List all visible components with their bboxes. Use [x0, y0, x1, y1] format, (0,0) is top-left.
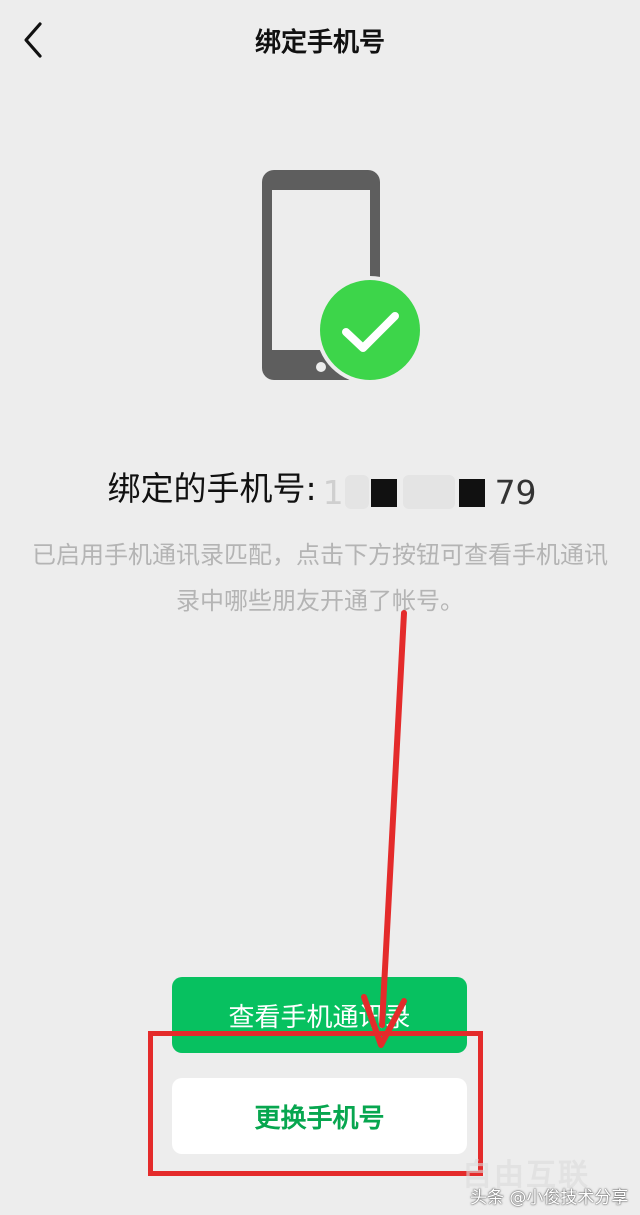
annotation-arrow-icon	[361, 610, 407, 1048]
phone-first-digit: 1	[322, 472, 344, 512]
source-watermark: 头条 @小俊技术分享	[470, 1188, 629, 1208]
annotation-highlight-box	[148, 1031, 483, 1176]
contacts-match-description: 已启用手机通讯录匹配，点击下方按钮可查看手机通讯录中哪些朋友开通了帐号。	[32, 541, 608, 615]
redaction-blur	[344, 474, 369, 509]
top-bar: 绑定手机号	[0, 0, 640, 80]
phone-verified-icon	[258, 168, 428, 388]
redaction-block	[370, 478, 397, 507]
bound-phone-row: 绑定的手机号: 1 79	[0, 462, 640, 512]
bound-phone-label: 绑定的手机号:	[107, 469, 317, 508]
masked-phone-number: 1 79	[322, 471, 537, 512]
page-title: 绑定手机号	[254, 28, 385, 58]
phone-last-digits: 79	[494, 472, 537, 512]
redaction-block	[458, 478, 485, 507]
redaction-blur	[402, 474, 455, 509]
